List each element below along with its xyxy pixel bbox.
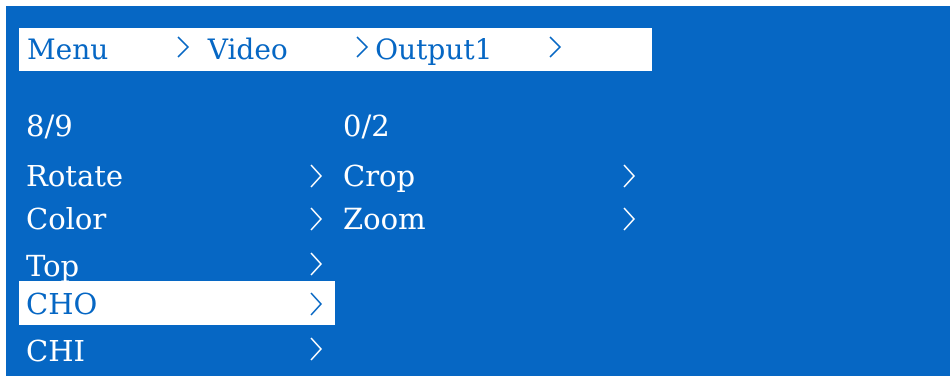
left-page-indicator: 8/9 bbox=[26, 109, 73, 143]
chevron-right-icon bbox=[622, 206, 636, 232]
chevron-right-icon bbox=[622, 163, 636, 189]
menu-item-cho[interactable]: CHO bbox=[26, 284, 97, 324]
menu-item-rotate[interactable]: Rotate bbox=[26, 156, 123, 196]
chevron-right-icon bbox=[309, 251, 323, 277]
chevron-right-icon bbox=[309, 291, 323, 317]
breadcrumb-separator-icon bbox=[302, 0, 369, 99]
breadcrumb-item-menu[interactable]: Menu bbox=[27, 33, 108, 66]
right-page-indicator: 0/2 bbox=[343, 109, 390, 143]
breadcrumb-item-video[interactable]: Video bbox=[208, 33, 288, 66]
breadcrumb-separator-icon bbox=[494, 0, 561, 99]
breadcrumb-separator-icon bbox=[122, 0, 189, 99]
breadcrumb-item-output1[interactable]: Output1 bbox=[375, 33, 492, 66]
chevron-right-icon bbox=[309, 336, 323, 362]
menu-item-color[interactable]: Color bbox=[26, 199, 106, 239]
breadcrumb: Menu Video Output1 bbox=[19, 28, 652, 71]
menu-item-crop[interactable]: Crop bbox=[343, 156, 415, 196]
menu-item-chi[interactable]: CHI bbox=[26, 331, 85, 371]
menu-item-zoom[interactable]: Zoom bbox=[343, 199, 426, 239]
menu-screen: Menu Video Output1 8/9 Rotate Color Top … bbox=[6, 6, 950, 376]
chevron-right-icon bbox=[309, 206, 323, 232]
menu-item-top[interactable]: Top bbox=[26, 246, 79, 286]
chevron-right-icon bbox=[309, 163, 323, 189]
